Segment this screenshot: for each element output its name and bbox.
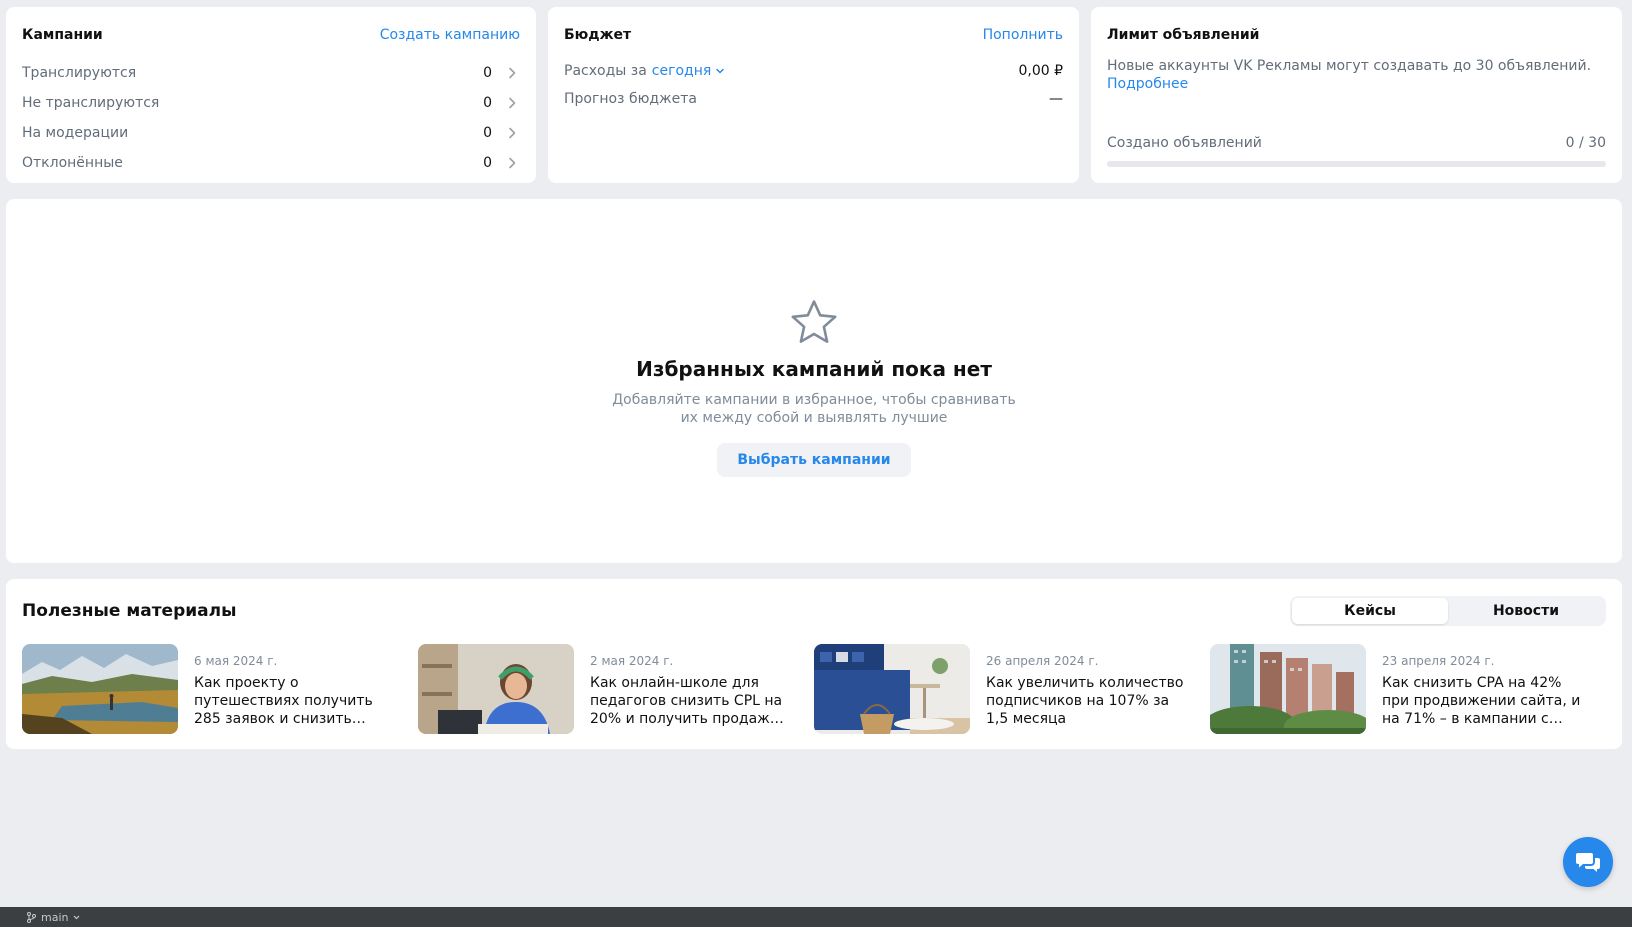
article-date: 23 апреля 2024 г. xyxy=(1382,654,1495,668)
chevron-right-icon xyxy=(504,155,520,171)
article-date: 6 мая 2024 г. xyxy=(194,654,278,668)
budget-header: Бюджет Пополнить xyxy=(564,25,1063,45)
chevron-right-icon xyxy=(504,125,520,141)
topup-link[interactable]: Пополнить xyxy=(983,27,1063,43)
ads-limit-progress xyxy=(1107,161,1606,167)
budget-list: Расходы за сегодня 0,00 ₽ Прогноз бюджет… xyxy=(564,57,1063,113)
favorites-empty-description: Добавляйте кампании в избранное, чтобы с… xyxy=(612,392,1016,426)
campaign-status-row-moderation[interactable]: На модерации 0 xyxy=(22,118,520,148)
article-card[interactable]: 26 апреля 2024 г. Как увеличить количест… xyxy=(814,644,1210,734)
expenses-row: Расходы за сегодня 0,00 ₽ xyxy=(564,57,1063,85)
more-link[interactable]: Подробнее xyxy=(1107,75,1606,93)
materials-tabs: Кейсы Новости xyxy=(1290,596,1606,626)
campaign-status-row-not-broadcasting[interactable]: Не транслируются 0 xyxy=(22,88,520,118)
chat-button[interactable] xyxy=(1563,837,1613,887)
budget-title: Бюджет xyxy=(564,27,632,43)
choose-campaigns-button[interactable]: Выбрать кампании xyxy=(717,443,911,477)
campaigns-title: Кампании xyxy=(22,27,103,43)
create-campaign-link[interactable]: Создать кампанию xyxy=(380,27,520,43)
period-dropdown[interactable]: сегодня xyxy=(652,63,726,79)
chat-icon xyxy=(1576,853,1600,872)
limit-description: Новые аккаунты VK Рекламы могут создават… xyxy=(1107,57,1606,93)
chevron-down-icon xyxy=(74,915,80,919)
campaigns-card: Кампании Создать кампанию Транслируются … xyxy=(6,7,536,183)
article-card[interactable]: 6 мая 2024 г. Как проекту о путешествиях… xyxy=(22,644,418,734)
article-card[interactable]: 23 апреля 2024 г. Как снизить CPA на 42%… xyxy=(1210,644,1606,734)
favorites-empty-title: Избранных кампаний пока нет xyxy=(636,357,992,381)
chevron-down-icon xyxy=(716,68,725,74)
favorites-empty-state: Избранных кампаний пока нет Добавляйте к… xyxy=(6,297,1622,477)
favorite-campaigns-card: Избранных кампаний пока нет Добавляйте к… xyxy=(6,199,1622,563)
tab-news[interactable]: Новости xyxy=(1448,598,1604,624)
ads-created-label: Создано объявлений xyxy=(1107,135,1262,151)
materials-header: Полезные материалы Кейсы Новости xyxy=(22,596,1606,626)
status-label: Транслируются xyxy=(22,65,137,81)
ads-created-value: 0 / 30 xyxy=(1565,135,1606,151)
materials-title: Полезные материалы xyxy=(22,601,237,621)
budget-card: Бюджет Пополнить Расходы за сегодня 0,00… xyxy=(548,7,1079,183)
chevron-right-icon xyxy=(504,95,520,111)
git-branch-icon xyxy=(27,911,36,923)
expenses-label: Расходы за xyxy=(564,63,647,79)
article-thumbnail-mountains xyxy=(22,644,178,734)
status-count: 0 xyxy=(483,125,492,141)
article-title: Как проекту о путешествиях получить 285 … xyxy=(194,675,373,727)
article-thumbnail-buildings xyxy=(1210,644,1366,734)
article-title: Как онлайн-школе для педагогов снизить C… xyxy=(590,675,784,727)
git-branch-label: main xyxy=(41,910,69,924)
forecast-row: Прогноз бюджета — xyxy=(564,85,1063,113)
article-title: Как снизить CPA на 42% при продвижении с… xyxy=(1382,675,1581,727)
article-thumbnail-bedroom xyxy=(814,644,970,734)
article-thumbnail-student xyxy=(418,644,574,734)
status-label: На модерации xyxy=(22,125,129,141)
chevron-right-icon xyxy=(504,65,520,81)
useful-materials-card: Полезные материалы Кейсы Новости 6 мая 2… xyxy=(6,579,1622,749)
star-outline-icon xyxy=(791,300,837,343)
status-count: 0 xyxy=(483,155,492,171)
campaign-status-row-broadcasting[interactable]: Транслируются 0 xyxy=(22,58,520,88)
article-title: Как увеличить количество подписчиков на … xyxy=(986,675,1184,727)
period-value: сегодня xyxy=(651,63,712,79)
git-branch-selector[interactable]: main xyxy=(26,911,81,924)
limit-header: Лимит объявлений xyxy=(1107,25,1606,45)
status-count: 0 xyxy=(483,65,492,81)
status-label: Не транслируются xyxy=(22,95,160,111)
campaign-status-row-rejected[interactable]: Отклонённые 0 xyxy=(22,148,520,178)
campaign-status-list: Транслируются 0 Не транслируются 0 На мо… xyxy=(22,58,520,178)
forecast-label: Прогноз бюджета xyxy=(564,91,698,107)
limit-title: Лимит объявлений xyxy=(1107,27,1260,43)
article-date: 2 мая 2024 г. xyxy=(590,654,674,668)
status-label: Отклонённые xyxy=(22,155,123,171)
campaigns-header: Кампании Создать кампанию xyxy=(22,25,520,45)
articles-list: 6 мая 2024 г. Как проекту о путешествиях… xyxy=(22,644,1606,734)
forecast-value: — xyxy=(1049,91,1063,107)
ads-created-row: Создано объявлений 0 / 30 xyxy=(1107,135,1606,151)
ide-status-bar: main xyxy=(0,907,1632,927)
article-card[interactable]: 2 мая 2024 г. Как онлайн-школе для педаг… xyxy=(418,644,814,734)
expenses-value: 0,00 ₽ xyxy=(1018,63,1063,79)
limit-text: Новые аккаунты VK Рекламы могут создават… xyxy=(1107,58,1592,74)
article-date: 26 апреля 2024 г. xyxy=(986,654,1099,668)
status-count: 0 xyxy=(483,95,492,111)
ad-limit-card: Лимит объявлений Новые аккаунты VK Рекла… xyxy=(1091,7,1622,183)
tab-cases[interactable]: Кейсы xyxy=(1292,598,1448,624)
